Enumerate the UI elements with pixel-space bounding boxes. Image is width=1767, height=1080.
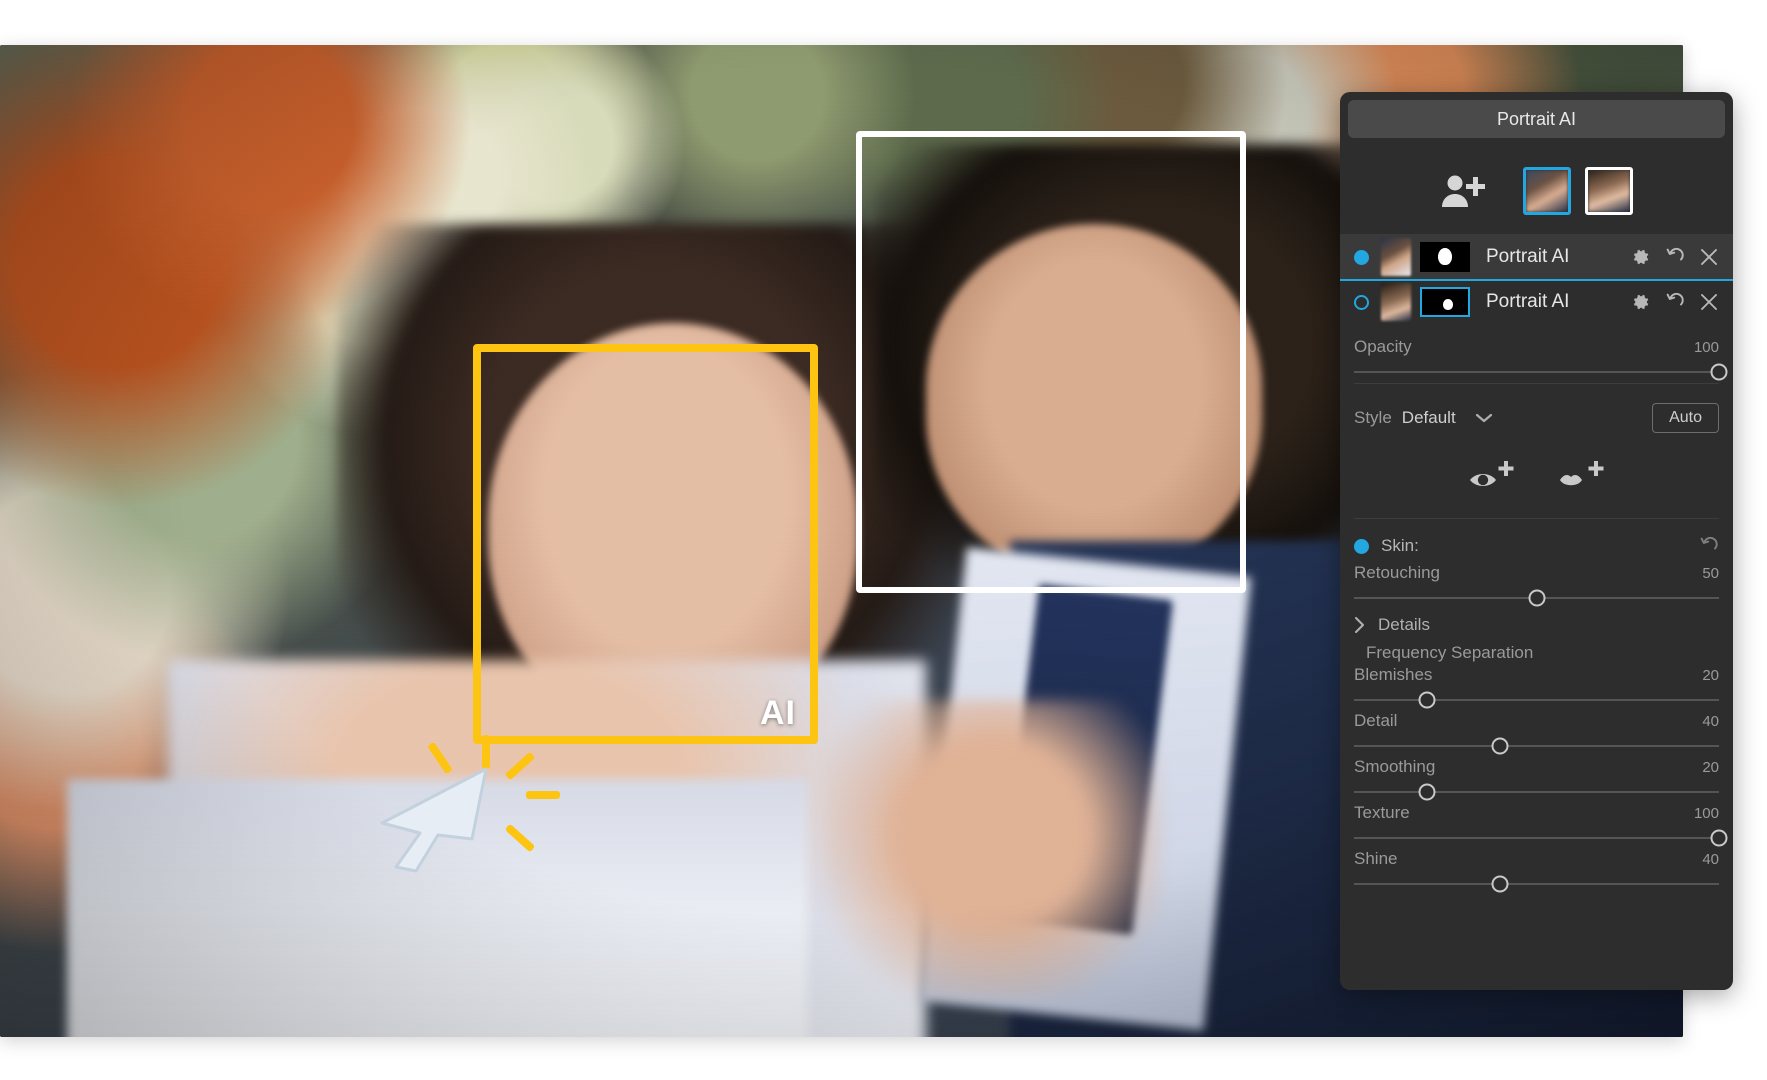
opacity-slider-knob[interactable] — [1710, 363, 1728, 381]
divider — [1354, 383, 1719, 384]
blemishes-slider-knob[interactable] — [1418, 691, 1436, 709]
face-thumbnail-1[interactable] — [1522, 167, 1571, 215]
layer-toggle-icon[interactable] — [1354, 294, 1369, 310]
opacity-value: 100 — [1693, 338, 1719, 356]
portrait-ai-panel: Portrait AI Portrait AI Portrait AI Opac… — [1340, 92, 1733, 990]
close-icon[interactable] — [1699, 247, 1719, 267]
reset-icon[interactable] — [1665, 247, 1685, 267]
settings-icon[interactable] — [1631, 292, 1651, 312]
layer-mask-thumbnail[interactable] — [1420, 242, 1470, 272]
close-icon[interactable] — [1699, 292, 1719, 312]
shine-value: 40 — [1702, 850, 1719, 868]
add-lips-icon[interactable] — [1558, 458, 1606, 492]
retouching-label: Retouching — [1354, 563, 1441, 582]
style-control-row: Style Default Auto — [1340, 394, 1733, 442]
reset-icon[interactable] — [1699, 536, 1719, 556]
feature-add-icons-row — [1340, 442, 1733, 508]
skin-toggle-icon[interactable] — [1354, 538, 1369, 554]
shine-label: Shine — [1354, 849, 1398, 868]
layer-name: Portrait AI — [1486, 291, 1570, 312]
retouching-value: 50 — [1702, 564, 1719, 582]
texture-slider-track[interactable] — [1354, 829, 1728, 847]
blemishes-label: Blemishes — [1354, 665, 1433, 684]
shine-control: Shine 40 — [1340, 849, 1733, 893]
reset-icon[interactable] — [1665, 292, 1685, 312]
retouching-slider-knob[interactable] — [1528, 589, 1545, 607]
smoothing-value: 20 — [1702, 758, 1719, 776]
texture-value: 100 — [1693, 804, 1719, 822]
chevron-down-icon[interactable] — [1474, 412, 1494, 424]
chevron-right-icon[interactable] — [1354, 616, 1366, 634]
app-window: AI Portrait AI Portrait AI Portrait AI O… — [0, 0, 1767, 1080]
layer-thumbnail[interactable] — [1381, 238, 1411, 276]
layer-row-1[interactable]: Portrait AI — [1340, 235, 1733, 279]
details-expander[interactable]: Details — [1340, 609, 1733, 635]
smoothing-label: Smoothing — [1354, 757, 1436, 776]
detail-label: Detail — [1354, 711, 1398, 730]
blemishes-control: Blemishes 20 — [1340, 665, 1733, 709]
details-label: Details — [1378, 615, 1430, 634]
detail-slider-knob[interactable] — [1491, 737, 1509, 755]
add-person-icon[interactable] — [1441, 174, 1487, 208]
auto-button[interactable]: Auto — [1652, 403, 1719, 433]
layer-toggle-icon[interactable] — [1354, 249, 1369, 265]
blemishes-value: 20 — [1702, 666, 1719, 684]
detail-slider-track[interactable] — [1354, 737, 1719, 755]
arrow-cursor-icon — [380, 767, 488, 873]
opacity-control: Opacity 100 — [1340, 323, 1733, 381]
skin-section-header: Skin: — [1340, 529, 1733, 563]
blemishes-slider-track[interactable] — [1354, 691, 1719, 709]
ai-badge: AI — [760, 694, 796, 732]
layer-name: Portrait AI — [1486, 246, 1570, 267]
settings-icon[interactable] — [1631, 247, 1651, 267]
opacity-label: Opacity — [1354, 337, 1412, 356]
smoothing-slider-knob[interactable] — [1418, 783, 1436, 801]
smoothing-slider-track[interactable] — [1354, 783, 1719, 801]
male-face-detection-box[interactable] — [856, 131, 1246, 593]
texture-label: Texture — [1354, 803, 1410, 822]
detail-control: Detail 40 — [1340, 711, 1733, 755]
opacity-slider-track[interactable] — [1354, 363, 1728, 381]
skin-label: Skin: — [1381, 536, 1419, 555]
style-value[interactable]: Default — [1402, 408, 1456, 428]
shine-slider-track[interactable] — [1354, 875, 1719, 893]
add-eye-icon[interactable] — [1468, 458, 1516, 492]
face-selector-row — [1340, 148, 1733, 235]
face-thumbnail-2[interactable] — [1584, 167, 1633, 215]
layer-thumbnail[interactable] — [1381, 283, 1411, 321]
layer-mask-thumbnail[interactable] — [1420, 287, 1470, 317]
shine-slider-knob[interactable] — [1491, 875, 1509, 893]
texture-slider-knob[interactable] — [1710, 829, 1728, 847]
layer-row-2[interactable]: Portrait AI — [1340, 279, 1733, 323]
texture-control: Texture 100 — [1340, 803, 1733, 847]
smoothing-control: Smoothing 20 — [1340, 757, 1733, 801]
frequency-separation-label: Frequency Separation — [1366, 643, 1534, 662]
panel-title: Portrait AI — [1348, 100, 1725, 138]
detail-value: 40 — [1702, 712, 1719, 730]
female-face-detection-box[interactable]: AI — [473, 344, 818, 744]
divider — [1354, 518, 1719, 519]
style-label: Style — [1354, 408, 1392, 427]
retouching-control: Retouching 50 — [1340, 563, 1733, 607]
retouching-slider-track[interactable] — [1354, 589, 1719, 607]
